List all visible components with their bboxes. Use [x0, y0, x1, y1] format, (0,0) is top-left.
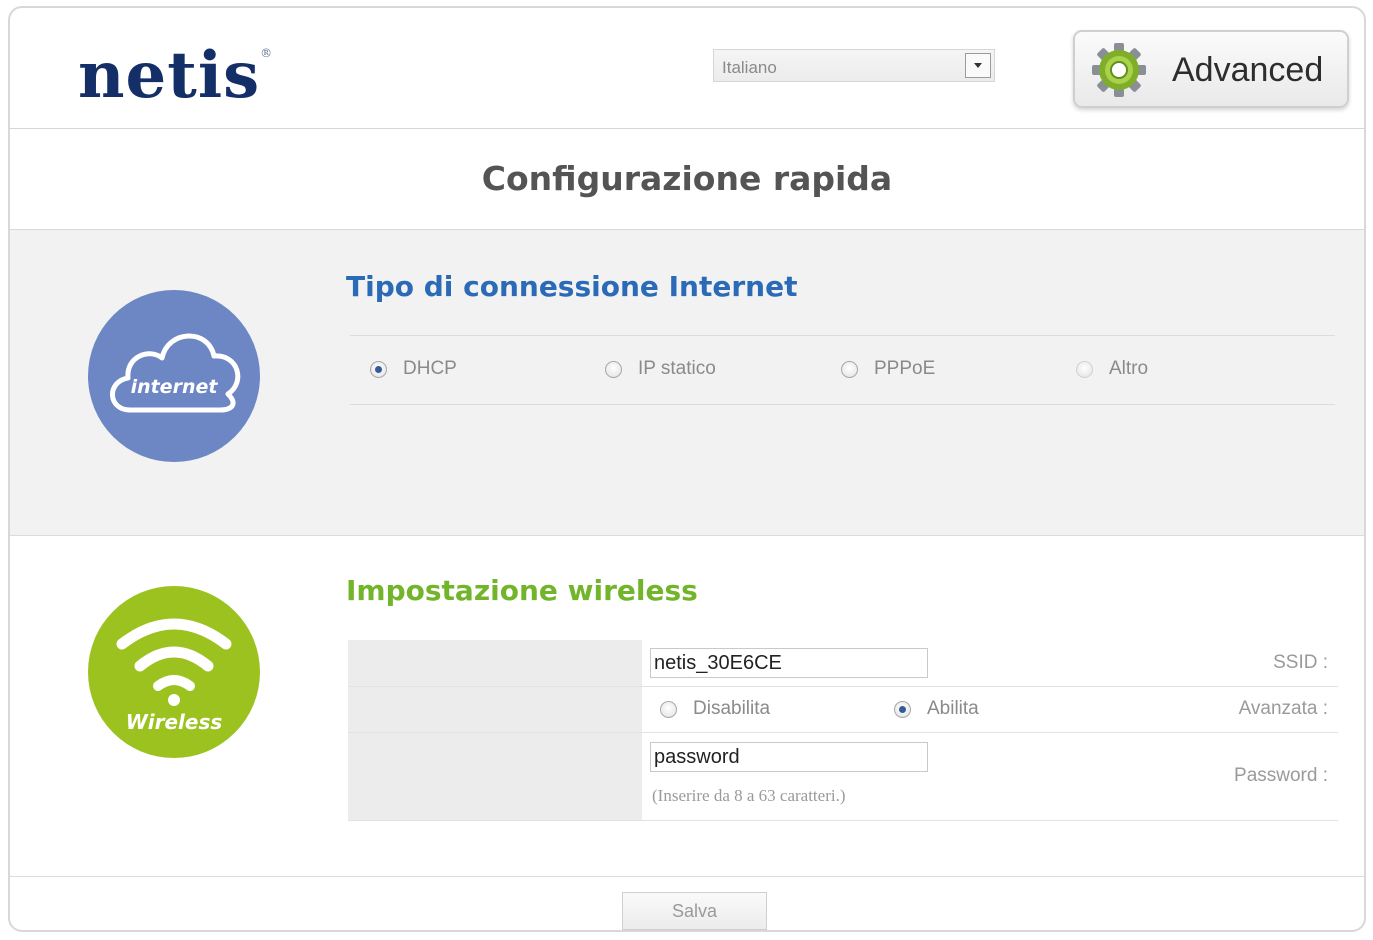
- netis-logo: netis®: [78, 38, 273, 113]
- radio-option-dhcp[interactable]: DHCP: [370, 358, 457, 380]
- cloud-icon: internet: [110, 333, 241, 413]
- radio-option-disabilita[interactable]: Disabilita: [660, 698, 770, 720]
- wireless-form: SSID : netis_30E6CE Avanzata : Disabilit…: [348, 640, 1338, 821]
- internet-icon-text: internet: [131, 376, 219, 398]
- chevron-down-icon[interactable]: [965, 53, 991, 78]
- radio-dhcp[interactable]: [370, 360, 387, 378]
- radio-label: Altro: [1109, 358, 1149, 379]
- radio-pppoe[interactable]: [841, 360, 858, 378]
- radio-ip-statico[interactable]: [605, 360, 622, 378]
- password-input[interactable]: password: [650, 742, 928, 772]
- ssid-input[interactable]: netis_30E6CE: [650, 648, 928, 678]
- row-divider: [348, 732, 1338, 733]
- title-band: Configurazione rapida: [10, 129, 1364, 230]
- radio-abilita[interactable]: [894, 700, 911, 718]
- logo-text: netis: [78, 38, 261, 113]
- wireless-heading: Impostazione wireless: [346, 574, 698, 607]
- router-setup-page: netis® Italiano Advanced Configurazione …: [8, 6, 1366, 932]
- radio-label: IP statico: [638, 358, 716, 379]
- radio-disabilita[interactable]: [660, 700, 677, 718]
- internet-section: internet Tipo di connessione Internet DH…: [10, 230, 1364, 536]
- connection-type-options: DHCP IP statico PPPoE Altro: [350, 335, 1335, 405]
- language-select-value: Italiano: [722, 58, 777, 77]
- radio-option-pppoe[interactable]: PPPoE: [841, 358, 935, 380]
- internet-cloud-icon: internet: [88, 290, 260, 462]
- internet-heading: Tipo di connessione Internet: [346, 270, 798, 303]
- row-divider: [348, 820, 1338, 821]
- password-hint: (Inserire da 8 a 63 caratteri.): [652, 786, 846, 805]
- footer: Salva: [10, 877, 1364, 930]
- header: netis® Italiano Advanced: [10, 8, 1364, 129]
- radio-label: PPPoE: [874, 358, 936, 379]
- language-select[interactable]: Italiano: [713, 49, 995, 82]
- advanced-button-label: Advanced: [1172, 51, 1324, 89]
- radio-label: Abilita: [927, 698, 979, 719]
- advanced-button[interactable]: Advanced: [1073, 30, 1349, 108]
- ssid-label: SSID :: [1273, 652, 1328, 673]
- wireless-wifi-icon: Wireless: [88, 586, 260, 758]
- password-label: Password :: [1234, 765, 1328, 786]
- wifi-icon: Wireless: [116, 618, 232, 734]
- radio-label: Disabilita: [693, 698, 771, 719]
- radio-option-abilita[interactable]: Abilita: [894, 698, 979, 720]
- row-divider: [348, 686, 1338, 687]
- radio-option-ip-statico[interactable]: IP statico: [605, 358, 716, 380]
- gear-icon: [1092, 43, 1146, 97]
- avanzata-label: Avanzata :: [1238, 698, 1328, 719]
- radio-option-altro[interactable]: Altro: [1076, 358, 1148, 380]
- wireless-icon-text: Wireless: [126, 710, 223, 734]
- wireless-section: Wireless Impostazione wireless SSID : ne…: [10, 536, 1364, 877]
- radio-label: DHCP: [403, 358, 457, 379]
- registered-mark: ®: [260, 45, 274, 60]
- page-title: Configurazione rapida: [481, 159, 893, 198]
- radio-altro[interactable]: [1076, 360, 1093, 378]
- save-button[interactable]: Salva: [622, 892, 767, 930]
- label-column: [348, 640, 642, 820]
